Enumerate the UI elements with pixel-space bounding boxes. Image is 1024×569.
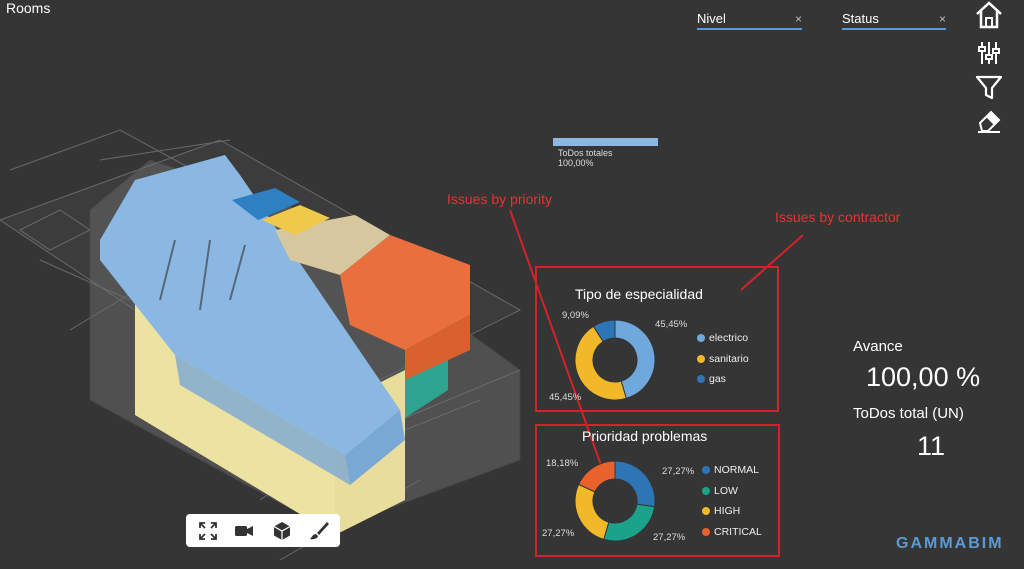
legend-label: electrico: [709, 332, 749, 344]
slice-label-gas: 9,09%: [562, 310, 589, 321]
legend-color-dot: [702, 466, 710, 475]
legend-label: CRITICAL: [714, 525, 762, 538]
legend-color-dot: [697, 334, 705, 343]
donut-slice-critical[interactable]: [577, 460, 616, 493]
legend-label: gas: [709, 373, 726, 385]
avance-label: Avance: [853, 338, 903, 355]
legend-especialidad: electrico sanitario gas: [697, 332, 749, 394]
avance-value: 100,00 %: [866, 362, 981, 392]
legend-color-dot: [702, 527, 710, 536]
legend-color-dot: [697, 375, 705, 384]
slice-label-normal: 27,27%: [662, 466, 695, 477]
donut-slice-high[interactable]: [574, 483, 610, 541]
slice-label-low: 27,27%: [653, 532, 686, 543]
legend-item-low[interactable]: LOW: [702, 485, 762, 506]
legend-item-electrico[interactable]: electrico: [697, 332, 749, 353]
donut-especialidad[interactable]: [570, 315, 660, 405]
viewer-toolbar: [186, 514, 340, 547]
legend-item-normal[interactable]: NORMAL: [702, 464, 762, 485]
brush-icon[interactable]: [308, 520, 330, 542]
legend-color-dot: [702, 486, 710, 495]
chart-title-especialidad: Tipo de especialidad: [575, 286, 703, 302]
legend-color-dot: [702, 507, 710, 516]
donut-slice-normal[interactable]: [614, 460, 656, 508]
legend-prioridad: NORMAL LOW HIGH CRITICAL: [702, 464, 762, 546]
camera-icon[interactable]: [233, 520, 255, 542]
donut-prioridad[interactable]: [570, 456, 660, 546]
legend-item-gas[interactable]: gas: [697, 373, 749, 394]
legend-label: sanitario: [709, 352, 749, 365]
cube-icon[interactable]: [271, 520, 293, 542]
donut-slice-low[interactable]: [603, 503, 656, 542]
slice-label-sanitario: 45,45%: [549, 392, 582, 403]
gammabim-logo: GAMMABIM: [896, 535, 1004, 552]
legend-item-high[interactable]: HIGH: [702, 505, 762, 526]
legend-label: HIGH: [714, 505, 741, 517]
chart-title-prioridad: Prioridad problemas: [582, 428, 708, 444]
slice-label-electrico: 45,45%: [655, 319, 688, 330]
legend-label: LOW: [714, 484, 738, 497]
todos-total-label: ToDos total (UN): [853, 405, 964, 422]
legend-item-sanitario[interactable]: sanitario: [697, 353, 749, 374]
legend-label: NORMAL: [714, 464, 759, 476]
slice-label-critical: 18,18%: [546, 458, 579, 469]
slice-label-high: 27,27%: [542, 528, 575, 539]
annotation-arrows: [509, 209, 804, 469]
expand-icon[interactable]: [197, 520, 219, 542]
legend-item-critical[interactable]: CRITICAL: [702, 526, 762, 547]
legend-color-dot: [697, 354, 705, 363]
todos-total-value: 11: [917, 431, 946, 461]
